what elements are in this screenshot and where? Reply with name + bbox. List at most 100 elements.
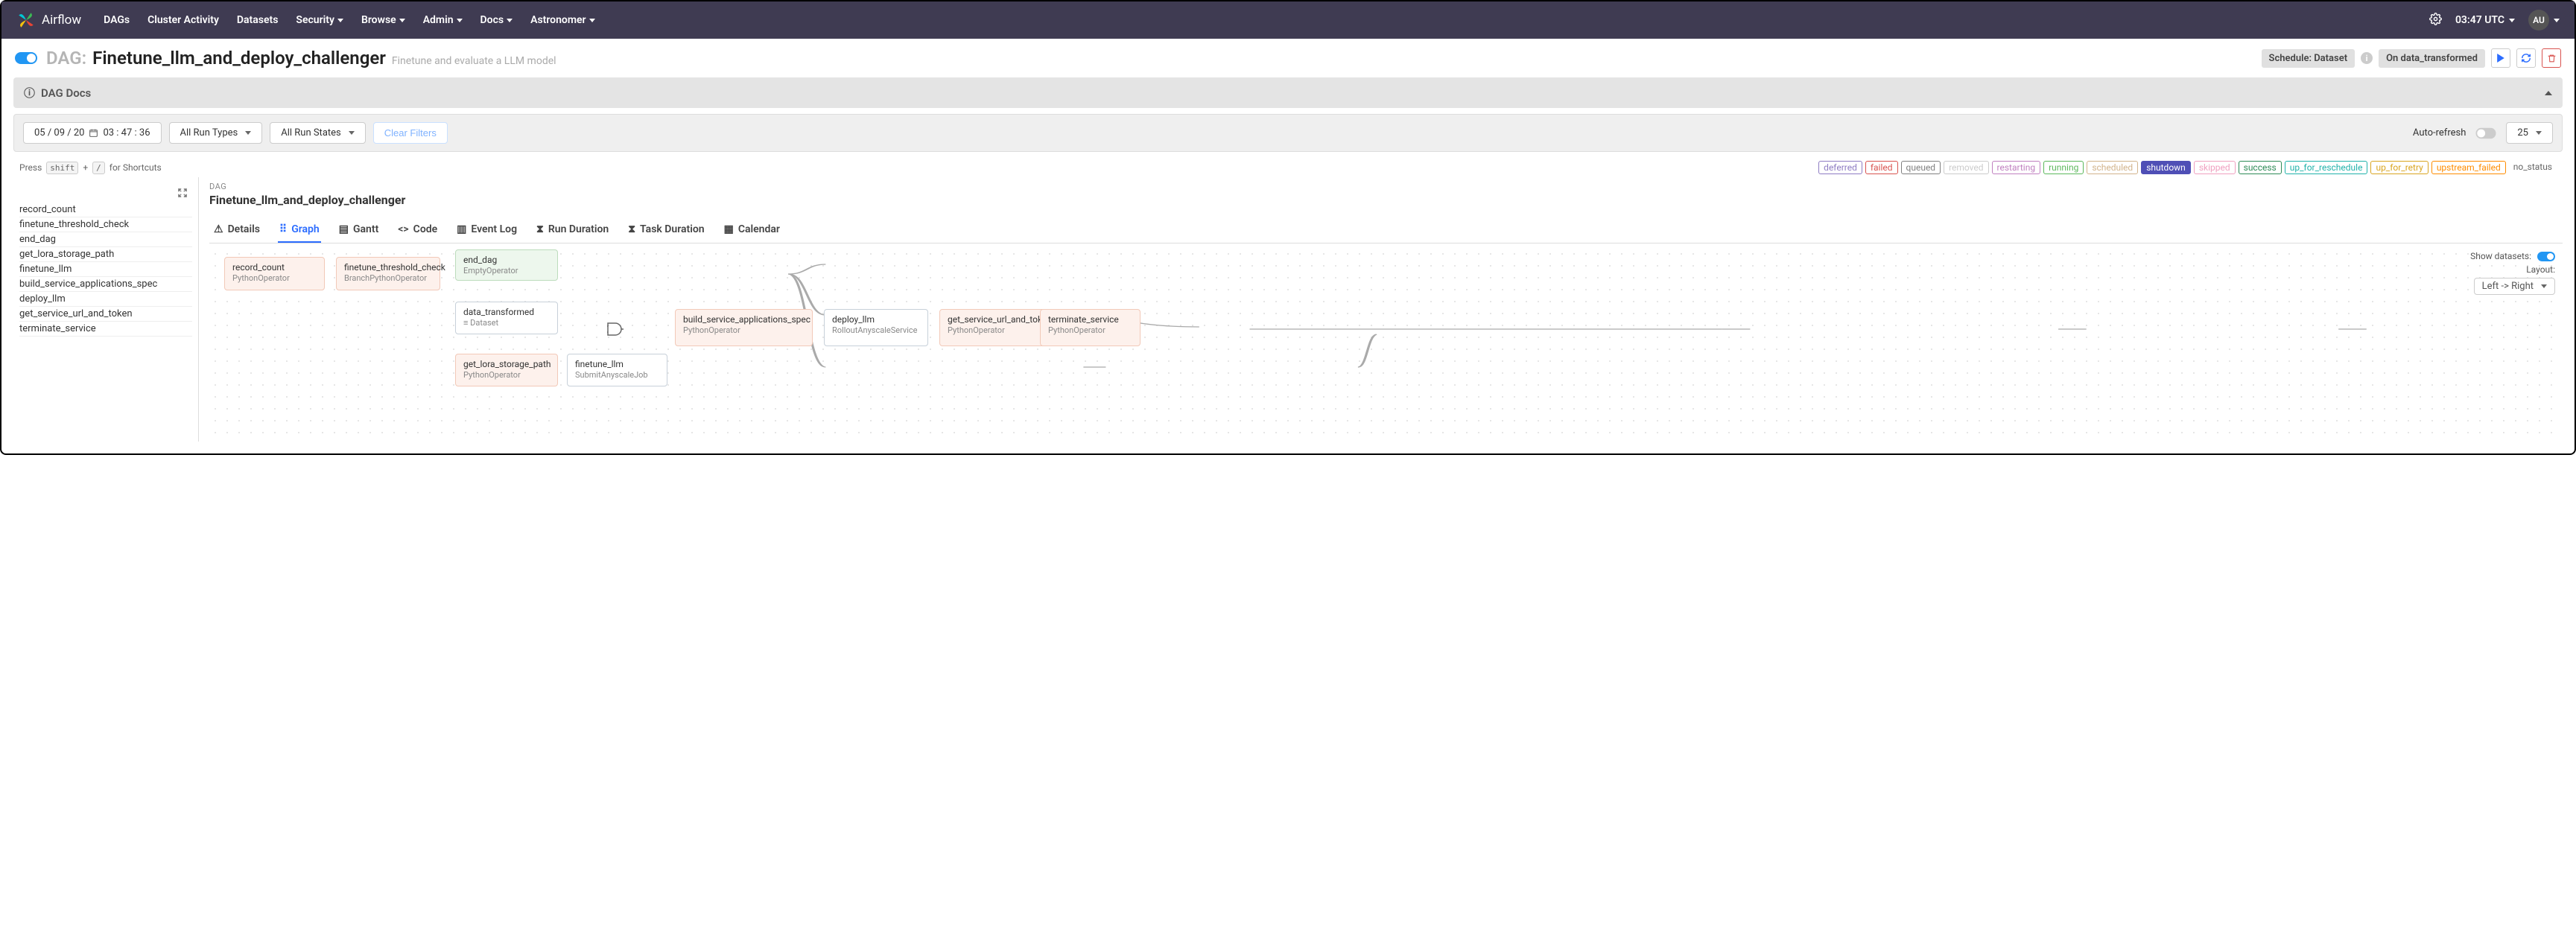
dag-pause-toggle[interactable] (15, 52, 37, 64)
tab-icon: ⚠ (214, 223, 223, 235)
legend-queued[interactable]: queued (1901, 161, 1941, 174)
dag-header: DAG: Finetune_llm_and_deploy_challenger … (1, 39, 2575, 73)
chevron-down-icon (349, 131, 355, 135)
run-types-select[interactable]: All Run Types (169, 122, 263, 144)
legend-up_for_retry[interactable]: up_for_retry (2370, 161, 2428, 174)
clock-text: 03:47 UTC (2455, 14, 2504, 26)
tab-label: Calendar (738, 223, 780, 235)
chevron-down-icon (2536, 131, 2542, 135)
dag-header-right: Schedule: Dataset i On data_transformed (2262, 48, 2561, 68)
gear-icon[interactable] (2429, 13, 2442, 28)
layout-select[interactable]: Left -> Right (2474, 278, 2555, 295)
nav-item-docs[interactable]: Docs (480, 14, 513, 26)
tab-icon: <> (398, 223, 408, 235)
info-icon[interactable]: i (2361, 52, 2373, 64)
nav-item-security[interactable]: Security (296, 14, 343, 26)
tab-run-duration[interactable]: ⧗Run Duration (535, 217, 610, 243)
node-finetune-llm[interactable]: finetune_llm SubmitAnyscaleJob (567, 354, 667, 386)
nav-item-dags[interactable]: DAGs (104, 14, 130, 26)
tree-item-build_service_applications_spec[interactable]: build_service_applications_spec (19, 277, 192, 292)
tab-event-log[interactable]: ▥Event Log (455, 217, 518, 243)
tab-icon: ⧗ (536, 223, 544, 235)
chevron-down-icon (2541, 284, 2547, 288)
legend-no_status[interactable]: no_status (2509, 161, 2557, 174)
tab-label: Event Log (471, 223, 517, 235)
top-navbar: Airflow DAGs Cluster Activity Datasets Secu… (1, 1, 2575, 39)
nav-item-cluster-activity[interactable]: Cluster Activity (147, 14, 219, 26)
legend-skipped[interactable]: skipped (2194, 161, 2236, 174)
clock-display[interactable]: 03:47 UTC (2455, 14, 2515, 26)
nav-item-browse[interactable]: Browse (361, 14, 405, 26)
tree-item-deploy_llm[interactable]: deploy_llm (19, 292, 192, 307)
dataset-badge[interactable]: On data_transformed (2379, 49, 2485, 68)
graph-canvas[interactable]: Show datasets: Layout: Left -> Right (209, 248, 2563, 442)
tree-item-get_service_url_and_token[interactable]: get_service_url_and_token (19, 307, 192, 322)
page-size-select[interactable]: 25 (2506, 122, 2553, 144)
legend-success[interactable]: success (2239, 161, 2282, 174)
node-finetune-threshold-check[interactable]: finetune_threshold_check BranchPythonOpe… (336, 257, 440, 290)
run-states-select[interactable]: All Run States (270, 122, 366, 144)
nav-item-admin[interactable]: Admin (423, 14, 463, 26)
date-picker[interactable]: 05 / 09 / 20 03 : 47 : 36 (23, 122, 162, 144)
delete-button[interactable] (2542, 48, 2561, 68)
node-deploy-llm[interactable]: deploy_llm RolloutAnyscaleService (824, 309, 928, 346)
logo-group[interactable]: Airflow (16, 10, 81, 30)
nav-right: 03:47 UTC AU (2429, 10, 2560, 31)
collapse-handle[interactable] (19, 183, 192, 203)
legend-scheduled[interactable]: scheduled (2087, 161, 2138, 174)
and-gate-icon (607, 322, 624, 336)
legend-shutdown[interactable]: shutdown (2141, 161, 2191, 174)
tab-icon: ▦ (724, 223, 734, 235)
chevron-down-icon (245, 131, 251, 135)
legend-upstream_failed[interactable]: upstream_failed (2431, 161, 2506, 174)
calendar-icon (89, 128, 98, 138)
tab-code[interactable]: <>Code (396, 217, 439, 243)
info-icon: ⓘ (24, 85, 35, 101)
tree-item-end_dag[interactable]: end_dag (19, 232, 192, 247)
node-terminate-service[interactable]: terminate_service PythonOperator (1040, 309, 1141, 346)
left-column: record_countfinetune_threshold_checkend_… (13, 177, 198, 442)
legend-up_for_reschedule[interactable]: up_for_reschedule (2285, 161, 2368, 174)
tree-item-terminate_service[interactable]: terminate_service (19, 322, 192, 337)
auto-refresh-toggle[interactable] (2476, 127, 2496, 138)
legend-removed[interactable]: removed (1944, 161, 1988, 174)
time-value: 03 : 47 : 36 (103, 127, 150, 139)
dag-description: Finetune and evaluate a LLM model (392, 55, 556, 67)
node-data-transformed[interactable]: data_transformed ≡ Dataset (455, 302, 558, 334)
node-record-count[interactable]: record_count PythonOperator (224, 257, 325, 290)
legend-restarting[interactable]: restarting (1992, 161, 2041, 174)
nav-item-astronomer[interactable]: Astronomer (530, 14, 595, 26)
tab-calendar[interactable]: ▦ Calendar (723, 217, 781, 243)
trigger-button[interactable] (2491, 48, 2510, 68)
brand-text: Airflow (42, 13, 81, 28)
tab-gantt[interactable]: ▤Gantt (337, 217, 381, 243)
graph-edges (209, 248, 2563, 442)
view-tabs: ⚠Details ⠿Graph ▤Gantt <>Code ▥Event Log ⧗Run… (209, 217, 2563, 243)
chevron-down-icon (337, 19, 343, 22)
user-menu[interactable]: AU (2528, 10, 2560, 31)
tree-item-finetune_threshold_check[interactable]: finetune_threshold_check (19, 217, 192, 232)
node-build-service-applications-spec[interactable]: build_service_applications_spec PythonOp… (675, 309, 813, 346)
nav-item-datasets[interactable]: Datasets (237, 14, 279, 26)
legend-deferred[interactable]: deferred (1818, 161, 1862, 174)
breadcrumb: DAG (209, 182, 2563, 191)
dag-docs-bar[interactable]: ⓘ DAG Docs (13, 77, 2563, 108)
show-datasets-toggle[interactable] (2537, 252, 2555, 261)
chevron-down-icon (2554, 19, 2560, 22)
node-end-dag[interactable]: end_dag EmptyOperator (455, 249, 558, 281)
tab-details[interactable]: ⚠Details (212, 217, 261, 243)
legend-failed[interactable]: failed (1865, 161, 1898, 174)
dag-docs-label: DAG Docs (41, 86, 91, 100)
dag-prefix: DAG: (46, 48, 86, 69)
tree-item-get_lora_storage_path[interactable]: get_lora_storage_path (19, 247, 192, 262)
legend-running[interactable]: running (2043, 161, 2084, 174)
node-get-lora-storage-path[interactable]: get_lora_storage_path PythonOperator (455, 354, 558, 386)
tab-icon: ⧗ (628, 223, 635, 235)
clear-filters-button[interactable]: Clear Filters (373, 122, 448, 144)
tree-item-finetune_llm[interactable]: finetune_llm (19, 262, 192, 277)
schedule-badge[interactable]: Schedule: Dataset (2262, 49, 2355, 68)
tab-graph[interactable]: ⠿Graph (278, 217, 321, 243)
tree-item-record_count[interactable]: record_count (19, 203, 192, 217)
refresh-button[interactable] (2516, 48, 2536, 68)
tab-task-duration[interactable]: ⧗Task Duration (626, 217, 705, 243)
